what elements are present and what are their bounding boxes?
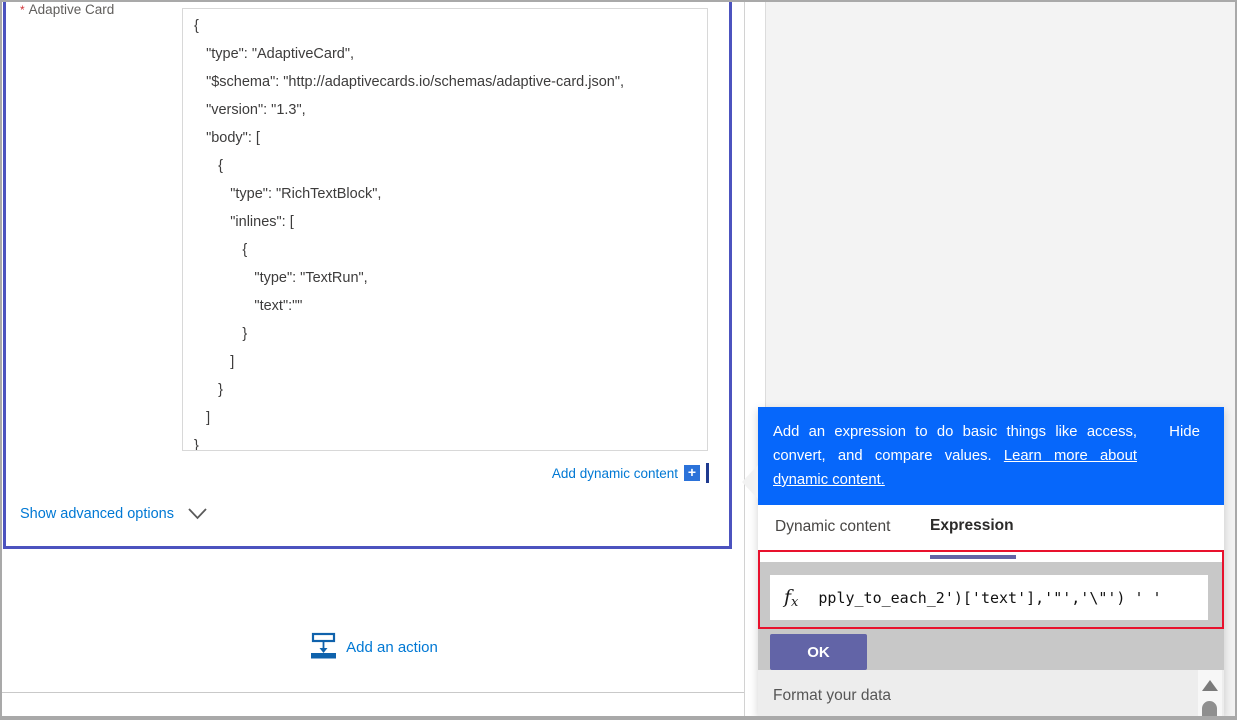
format-your-data-label: Format your data bbox=[773, 687, 891, 705]
chevron-down-icon[interactable] bbox=[188, 508, 207, 520]
expression-highlight-box: fx pply_to_each_2')['text'],'"','\"') ' … bbox=[758, 550, 1224, 629]
add-action-button[interactable]: Add an action bbox=[346, 639, 438, 656]
fx-icon: fx bbox=[784, 586, 798, 610]
expression-value[interactable]: pply_to_each_2')['text'],'"','\"') ' ' bbox=[818, 589, 1161, 607]
footer-scrollbar[interactable] bbox=[1198, 670, 1222, 716]
callout-beak bbox=[742, 465, 758, 499]
plus-icon[interactable]: + bbox=[684, 465, 700, 481]
ok-button[interactable]: OK bbox=[770, 634, 867, 670]
canvas-divider-line bbox=[2, 692, 745, 693]
active-tab-underline bbox=[930, 555, 1016, 559]
add-dynamic-content-row: Add dynamic content + bbox=[182, 463, 709, 483]
expression-input[interactable]: fx pply_to_each_2')['text'],'"','\"') ' … bbox=[770, 575, 1208, 620]
adaptive-card-field-label: * Adaptive Card bbox=[20, 2, 114, 17]
show-advanced-options-row: Show advanced options bbox=[20, 506, 207, 522]
show-advanced-options-button[interactable]: Show advanced options bbox=[20, 506, 174, 522]
scroll-up-arrow-icon[interactable] bbox=[1202, 680, 1218, 691]
hide-button[interactable]: Hide bbox=[1169, 423, 1200, 440]
expression-banner: Add an expression to do basic things lik… bbox=[758, 407, 1224, 505]
field-label-text: Adaptive Card bbox=[29, 2, 115, 17]
tab-dynamic-content[interactable]: Dynamic content bbox=[775, 518, 890, 536]
dynamic-content-callout: Add an expression to do basic things lik… bbox=[758, 407, 1224, 716]
banner-message: Add an expression to do basic things lik… bbox=[773, 420, 1137, 492]
tab-expression[interactable]: Expression bbox=[930, 517, 1014, 535]
flow-editor-screen: * Adaptive Card { "type": "AdaptiveCard",… bbox=[0, 0, 1237, 720]
scrollbar-thumb[interactable] bbox=[1202, 701, 1217, 718]
adaptive-card-json-input[interactable]: { "type": "AdaptiveCard", "$schema": "ht… bbox=[182, 8, 708, 451]
add-action-row: Add an action bbox=[2, 631, 745, 664]
required-asterisk: * bbox=[20, 3, 25, 17]
text-caret bbox=[706, 463, 709, 483]
callout-tabs: Dynamic content Expression bbox=[758, 505, 1224, 550]
adaptive-card-json-value[interactable]: { "type": "AdaptiveCard", "$schema": "ht… bbox=[183, 9, 707, 451]
pane-divider bbox=[744, 2, 745, 716]
add-dynamic-content-button[interactable]: Add dynamic content bbox=[552, 466, 678, 481]
add-action-icon[interactable] bbox=[309, 631, 337, 664]
callout-footer: Format your data bbox=[758, 670, 1224, 716]
